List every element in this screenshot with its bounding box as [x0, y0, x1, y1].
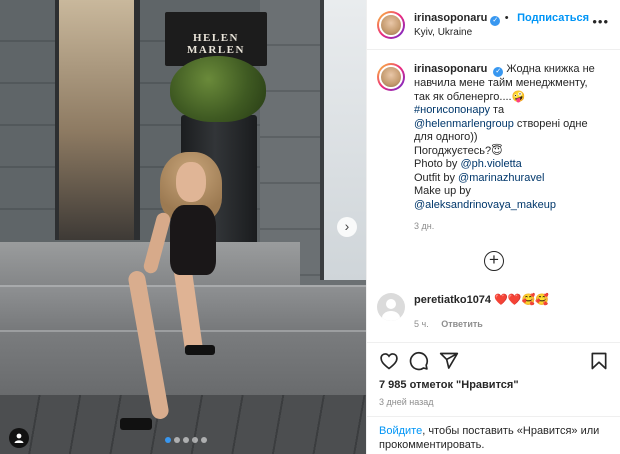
login-link[interactable]: Войдите: [379, 425, 422, 437]
hashtag-link[interactable]: #ногисопонару: [414, 104, 490, 116]
carousel-dots: [165, 437, 207, 443]
carousel-dot: [165, 437, 171, 443]
likes-count[interactable]: 7 985 отметок "Нравится": [379, 379, 519, 391]
follow-button[interactable]: Подписаться: [517, 12, 589, 24]
caption-username[interactable]: irinasoponaru: [414, 63, 487, 75]
post-caption: irinasoponaru ✓ Жодна книжка не навчила м…: [377, 63, 615, 234]
chevron-right-icon[interactable]: ›: [337, 217, 357, 237]
photo-person-shoe: [120, 418, 152, 430]
photo-door: [55, 0, 140, 240]
carousel-dot: [201, 437, 207, 443]
header-username[interactable]: irinasoponaru: [414, 12, 487, 24]
carousel-dot: [174, 437, 180, 443]
caption-text: Погоджуєтесь?😇: [414, 144, 503, 157]
more-options-icon[interactable]: •••: [592, 14, 609, 29]
reply-button[interactable]: Ответить: [441, 319, 483, 329]
comment-text: ❤️❤️🥰🥰: [494, 294, 549, 306]
carousel-dot: [192, 437, 198, 443]
photo-person-shoe: [185, 345, 215, 355]
comment-item: peretiatko1074 ❤️❤️🥰🥰 5 ч. Ответить: [377, 293, 615, 331]
comment-username[interactable]: peretiatko1074: [414, 294, 491, 306]
store-sign-brand: HELEN MARLEN: [187, 32, 245, 56]
photo-pavement: [0, 395, 366, 454]
mention-link[interactable]: @helenmarlengroup: [414, 118, 514, 130]
post-photo[interactable]: HELEN MARLEN GROUP ›: [0, 0, 366, 454]
photo-person-face: [176, 162, 206, 202]
action-bar: [367, 342, 620, 372]
caption-text: Make up by: [414, 185, 471, 197]
avatar[interactable]: [377, 10, 405, 39]
comments-section: irinasoponaru ✓ Жодна книжка не навчила м…: [367, 51, 620, 341]
caption-time: 3 дн.: [414, 221, 435, 231]
bookmark-icon[interactable]: [589, 351, 609, 371]
caption-text: Outfit by: [414, 171, 459, 184]
caption-text: Photo by: [414, 158, 461, 170]
photo-shrub: [170, 56, 266, 122]
avatar[interactable]: [377, 63, 405, 91]
post-header: irinasoponaru ✓ • Подписаться Kyiv, Ukrai…: [367, 0, 620, 50]
comment-icon[interactable]: [409, 351, 429, 371]
carousel-dot: [183, 437, 189, 443]
post-date[interactable]: 3 дней назад: [379, 397, 434, 407]
caption-text: та: [489, 104, 505, 116]
instagram-post: HELEN MARLEN GROUP ›: [0, 0, 620, 454]
mention-link[interactable]: @marinazhuravel: [458, 172, 544, 184]
user-tag-icon[interactable]: [9, 428, 29, 448]
verified-badge-icon: ✓: [493, 67, 504, 77]
login-prompt: Войдите, чтобы поставить «Нравится» или …: [367, 416, 620, 454]
heart-icon[interactable]: [379, 351, 399, 371]
mention-link[interactable]: @ph.violetta: [460, 158, 521, 170]
post-sidebar: irinasoponaru ✓ • Подписаться Kyiv, Ukrai…: [366, 0, 620, 454]
share-icon[interactable]: [439, 351, 459, 371]
mention-link[interactable]: @aleksandrinovaya_makeup: [414, 199, 556, 211]
photo-person-dress: [170, 205, 216, 275]
location-link[interactable]: Kyiv, Ukraine: [414, 26, 589, 40]
verified-badge-icon: ✓: [490, 15, 501, 26]
plus-circle-icon[interactable]: +: [484, 251, 504, 271]
comment-time: 5 ч.: [414, 319, 429, 329]
photo-window: [320, 0, 366, 280]
avatar[interactable]: [377, 293, 405, 321]
